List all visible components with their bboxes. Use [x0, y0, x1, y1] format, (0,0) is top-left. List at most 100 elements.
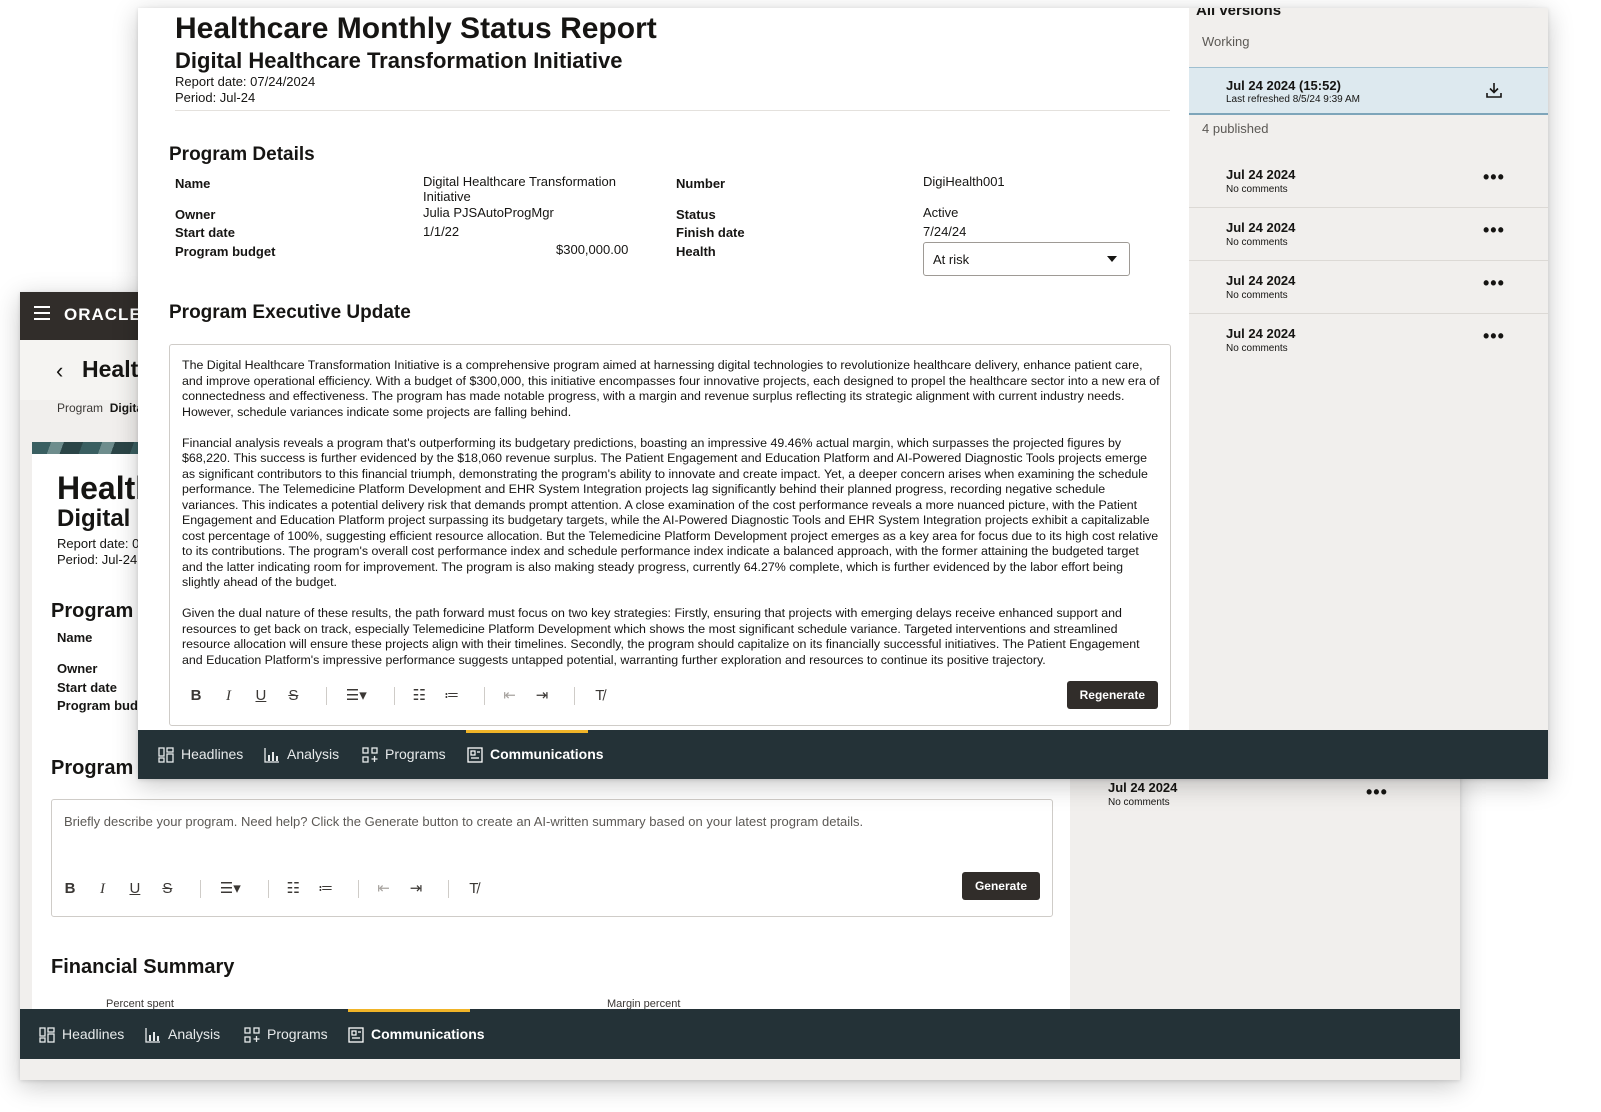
more-options-icon[interactable]: ••• — [1483, 220, 1505, 241]
paragraph: Financial analysis reveals a program tha… — [182, 435, 1159, 590]
start-date-label: Start date — [175, 225, 235, 240]
financial-summary-heading: Financial Summary — [51, 956, 235, 978]
analysis-icon — [145, 1028, 160, 1043]
more-options-icon[interactable]: ••• — [1483, 167, 1505, 188]
toolbar-separator — [358, 880, 360, 898]
versions-heading: All versions — [1196, 8, 1282, 19]
nav-label: Communications — [371, 1026, 485, 1042]
nav-item-analysis[interactable]: Analysis — [264, 730, 339, 779]
budget-label: Program budget — [175, 244, 276, 259]
outdent-icon[interactable]: ⇤ — [500, 685, 520, 707]
toolbar-separator — [574, 687, 576, 705]
health-select[interactable]: At risk — [923, 242, 1130, 276]
more-options-icon[interactable]: ••• — [1366, 782, 1388, 803]
breadcrumb: Program Digital — [57, 401, 146, 415]
nav-item-programs[interactable]: Programs — [244, 1009, 328, 1059]
number-value: DigiHealth001 — [923, 174, 1005, 189]
start-date-label: Start date — [57, 680, 117, 695]
generate-button[interactable]: Generate — [961, 872, 1040, 900]
editor-content: The Digital Healthcare Transformation In… — [182, 358, 1162, 668]
version-comments: No comments — [1226, 237, 1288, 248]
numbered-list-icon[interactable]: ≔ — [316, 878, 336, 900]
exec-update-editor[interactable]: The Digital Healthcare Transformation In… — [169, 344, 1171, 726]
nav-item-headlines[interactable]: Headlines — [158, 730, 243, 779]
published-version-item[interactable]: Jul 24 2024 No comments ••• — [1189, 207, 1548, 261]
indent-icon[interactable]: ⇥ — [406, 878, 426, 900]
published-version-item[interactable]: Jul 24 2024 No comments ••• — [1189, 260, 1548, 314]
bullet-list-icon[interactable]: ☷ — [409, 685, 429, 707]
version-date: Jul 24 2024 — [1226, 273, 1296, 288]
nav-item-analysis[interactable]: Analysis — [145, 1009, 220, 1059]
start-date-value: 1/1/22 — [423, 224, 460, 239]
working-label: Working — [1202, 34, 1250, 49]
status-value: Active — [923, 205, 959, 220]
versions-panel: All versions Working Jul 24 2024 (15:52)… — [1189, 8, 1548, 730]
version-comments: No comments — [1108, 797, 1170, 808]
nav-item-communications[interactable]: Communications — [348, 1009, 485, 1059]
align-dropdown-icon[interactable]: ☰▾ — [215, 878, 245, 900]
exec-update-editor[interactable]: Briefly describe your program. Need help… — [51, 799, 1053, 917]
working-version-item[interactable]: Jul 24 2024 (15:52) Last refreshed 8/5/2… — [1189, 67, 1548, 115]
more-options-icon[interactable]: ••• — [1483, 326, 1505, 347]
name-value: Digital Healthcare Transformation Initia… — [423, 174, 616, 204]
numbered-list-icon[interactable]: ≔ — [442, 685, 462, 707]
clear-format-icon[interactable]: T̸ — [464, 878, 484, 900]
nav-label: Analysis — [168, 1026, 221, 1042]
toolbar-separator — [267, 880, 269, 898]
bold-icon[interactable]: B — [60, 878, 80, 900]
report-date: Report date: 0 — [57, 536, 140, 551]
owner-value: Julia PJSAutoProgMgr — [423, 205, 554, 220]
report-period: Period: Jul-24 — [175, 90, 256, 105]
header-divider — [175, 110, 1170, 111]
underline-icon[interactable]: U — [125, 878, 145, 900]
report-period: Period: Jul-24 — [57, 552, 138, 567]
regenerate-button[interactable]: Regenerate — [1066, 681, 1158, 709]
name-value-line: Initiative — [423, 189, 471, 204]
health-label: Health — [676, 244, 716, 259]
published-version-item[interactable]: Jul 24 2024 No comments ••• — [1189, 313, 1548, 366]
align-dropdown-icon[interactable]: ☰▾ — [341, 685, 371, 707]
indent-icon[interactable]: ⇥ — [532, 685, 552, 707]
version-date: Jul 24 2024 (15:52) — [1226, 78, 1341, 93]
bold-icon[interactable]: B — [186, 685, 206, 707]
communications-icon — [467, 747, 483, 763]
nav-item-communications[interactable]: Communications — [467, 730, 604, 779]
nav-item-headlines[interactable]: Headlines — [39, 1009, 124, 1059]
hamburger-menu-icon[interactable] — [34, 306, 50, 320]
foreground-window: Healthcare Monthly Status Report Digital… — [138, 8, 1548, 779]
bullet-list-icon[interactable]: ☷ — [283, 878, 303, 900]
paragraph: Given the dual nature of these results, … — [182, 606, 1140, 667]
strikethrough-icon[interactable]: S — [157, 878, 177, 900]
nav-label: Analysis — [287, 746, 340, 762]
name-label: Name — [175, 176, 211, 191]
number-label: Number — [676, 176, 726, 191]
app-title: Healt — [82, 356, 139, 382]
version-refreshed: Last refreshed 8/5/24 9:39 AM — [1226, 94, 1360, 105]
owner-label: Owner — [57, 661, 98, 676]
italic-icon[interactable]: I — [218, 685, 238, 707]
editor-placeholder: Briefly describe your program. Need help… — [64, 814, 864, 829]
caret-down-icon — [1107, 256, 1117, 262]
clear-format-icon[interactable]: T̸ — [590, 685, 610, 707]
editor-toolbar: B I U S ☰▾ ☷ ≔ ⇤ ⇥ T̸ — [60, 878, 492, 902]
version-date: Jul 24 2024 — [1226, 167, 1296, 182]
paragraph: The Digital Healthcare Transformation In… — [182, 358, 1160, 419]
toolbar-separator — [325, 687, 327, 705]
nav-label: Programs — [267, 1026, 328, 1042]
underline-icon[interactable]: U — [251, 685, 271, 707]
outdent-icon[interactable]: ⇤ — [374, 878, 394, 900]
finish-date-label: Finish date — [676, 225, 745, 240]
version-date[interactable]: Jul 24 2024 — [1108, 780, 1177, 795]
strikethrough-icon[interactable]: S — [283, 685, 303, 707]
communications-icon — [348, 1027, 364, 1043]
oracle-logo: ORACLE — [64, 305, 142, 324]
download-icon[interactable] — [1485, 81, 1503, 99]
owner-label: Owner — [175, 207, 216, 222]
back-chevron-icon[interactable]: ‹ — [56, 358, 63, 384]
nav-label: Communications — [490, 746, 604, 762]
version-comments: No comments — [1226, 184, 1288, 195]
italic-icon[interactable]: I — [92, 878, 112, 900]
more-options-icon[interactable]: ••• — [1483, 273, 1505, 294]
published-version-item[interactable]: Jul 24 2024 No comments ••• — [1189, 154, 1548, 208]
nav-item-programs[interactable]: Programs — [362, 730, 446, 779]
